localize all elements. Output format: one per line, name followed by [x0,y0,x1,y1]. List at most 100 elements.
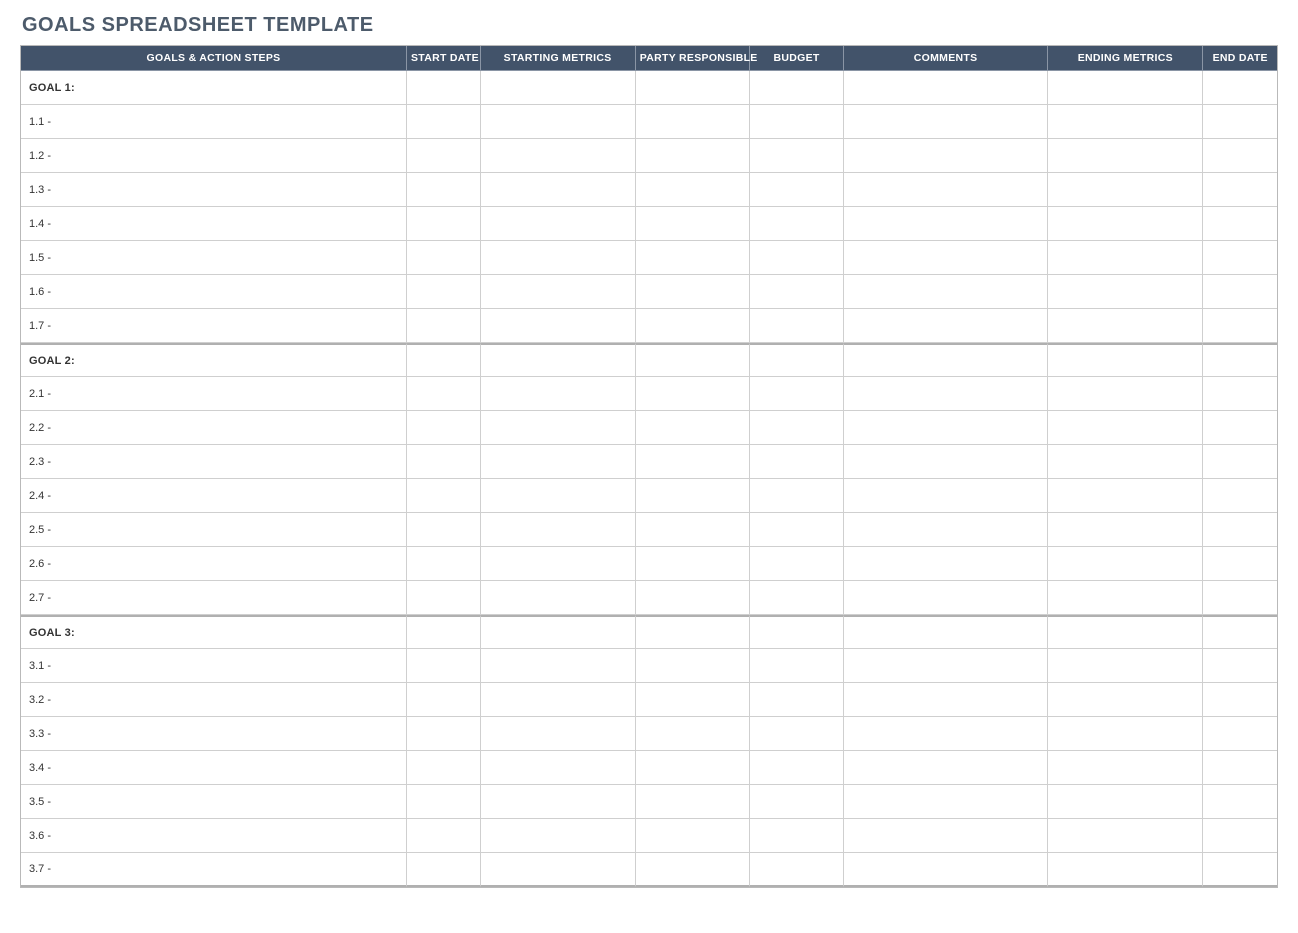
step-start-metric-cell[interactable] [481,785,636,819]
step-comments-cell[interactable] [844,751,1048,785]
step-start-date-cell[interactable] [407,751,481,785]
step-start-metric-cell[interactable] [481,853,636,887]
step-start-date-cell[interactable] [407,173,481,207]
step-comments-cell[interactable] [844,445,1048,479]
step-party-cell[interactable] [636,377,750,411]
step-end-date-cell[interactable] [1203,649,1277,683]
goal-budget-cell[interactable] [750,343,844,377]
step-start-metric-cell[interactable] [481,547,636,581]
step-label-cell[interactable]: 1.4 - [21,207,407,241]
step-end-date-cell[interactable] [1203,173,1277,207]
step-label-cell[interactable]: 2.3 - [21,445,407,479]
step-end-metric-cell[interactable] [1048,445,1203,479]
step-end-date-cell[interactable] [1203,105,1277,139]
step-end-metric-cell[interactable] [1048,479,1203,513]
goal-start-date-cell[interactable] [407,343,481,377]
step-start-metric-cell[interactable] [481,445,636,479]
step-start-date-cell[interactable] [407,513,481,547]
step-party-cell[interactable] [636,479,750,513]
step-party-cell[interactable] [636,649,750,683]
goal-budget-cell[interactable] [750,71,844,105]
step-label-cell[interactable]: 2.6 - [21,547,407,581]
step-comments-cell[interactable] [844,275,1048,309]
step-end-date-cell[interactable] [1203,275,1277,309]
goal-label-cell[interactable]: GOAL 3: [21,615,407,649]
step-budget-cell[interactable] [750,411,844,445]
goal-start-metric-cell[interactable] [481,615,636,649]
step-comments-cell[interactable] [844,377,1048,411]
step-end-metric-cell[interactable] [1048,173,1203,207]
step-label-cell[interactable]: 3.4 - [21,751,407,785]
step-start-date-cell[interactable] [407,411,481,445]
step-end-metric-cell[interactable] [1048,411,1203,445]
step-label-cell[interactable]: 3.3 - [21,717,407,751]
step-comments-cell[interactable] [844,411,1048,445]
step-end-date-cell[interactable] [1203,207,1277,241]
step-label-cell[interactable]: 1.1 - [21,105,407,139]
step-end-metric-cell[interactable] [1048,785,1203,819]
step-end-metric-cell[interactable] [1048,717,1203,751]
step-comments-cell[interactable] [844,309,1048,343]
step-start-metric-cell[interactable] [481,139,636,173]
step-start-date-cell[interactable] [407,445,481,479]
step-budget-cell[interactable] [750,479,844,513]
step-end-date-cell[interactable] [1203,411,1277,445]
step-start-date-cell[interactable] [407,241,481,275]
step-budget-cell[interactable] [750,513,844,547]
step-budget-cell[interactable] [750,683,844,717]
step-end-metric-cell[interactable] [1048,683,1203,717]
step-budget-cell[interactable] [750,309,844,343]
step-start-date-cell[interactable] [407,547,481,581]
step-end-date-cell[interactable] [1203,785,1277,819]
goal-label-cell[interactable]: GOAL 1: [21,71,407,105]
step-end-metric-cell[interactable] [1048,819,1203,853]
step-party-cell[interactable] [636,139,750,173]
step-label-cell[interactable]: 2.7 - [21,581,407,615]
step-start-metric-cell[interactable] [481,683,636,717]
step-budget-cell[interactable] [750,105,844,139]
step-start-metric-cell[interactable] [481,309,636,343]
step-party-cell[interactable] [636,547,750,581]
step-party-cell[interactable] [636,207,750,241]
step-end-date-cell[interactable] [1203,581,1277,615]
step-end-metric-cell[interactable] [1048,377,1203,411]
step-label-cell[interactable]: 2.5 - [21,513,407,547]
step-end-date-cell[interactable] [1203,513,1277,547]
step-comments-cell[interactable] [844,853,1048,887]
step-party-cell[interactable] [636,683,750,717]
step-label-cell[interactable]: 3.6 - [21,819,407,853]
step-party-cell[interactable] [636,241,750,275]
step-end-date-cell[interactable] [1203,547,1277,581]
step-comments-cell[interactable] [844,105,1048,139]
step-start-date-cell[interactable] [407,309,481,343]
step-label-cell[interactable]: 1.6 - [21,275,407,309]
step-start-date-cell[interactable] [407,785,481,819]
step-budget-cell[interactable] [750,785,844,819]
step-start-metric-cell[interactable] [481,819,636,853]
goal-label-cell[interactable]: GOAL 2: [21,343,407,377]
step-party-cell[interactable] [636,309,750,343]
goal-end-metric-cell[interactable] [1048,343,1203,377]
step-end-metric-cell[interactable] [1048,513,1203,547]
goal-budget-cell[interactable] [750,615,844,649]
step-start-date-cell[interactable] [407,479,481,513]
goal-start-date-cell[interactable] [407,615,481,649]
step-comments-cell[interactable] [844,785,1048,819]
goal-end-date-cell[interactable] [1203,343,1277,377]
step-party-cell[interactable] [636,853,750,887]
step-end-metric-cell[interactable] [1048,751,1203,785]
step-start-metric-cell[interactable] [481,207,636,241]
step-start-metric-cell[interactable] [481,649,636,683]
step-end-metric-cell[interactable] [1048,649,1203,683]
goal-end-date-cell[interactable] [1203,71,1277,105]
step-end-metric-cell[interactable] [1048,581,1203,615]
step-party-cell[interactable] [636,785,750,819]
step-comments-cell[interactable] [844,819,1048,853]
step-comments-cell[interactable] [844,479,1048,513]
goal-end-date-cell[interactable] [1203,615,1277,649]
step-comments-cell[interactable] [844,139,1048,173]
step-party-cell[interactable] [636,717,750,751]
goal-comments-cell[interactable] [844,615,1048,649]
step-start-date-cell[interactable] [407,717,481,751]
step-label-cell[interactable]: 3.1 - [21,649,407,683]
